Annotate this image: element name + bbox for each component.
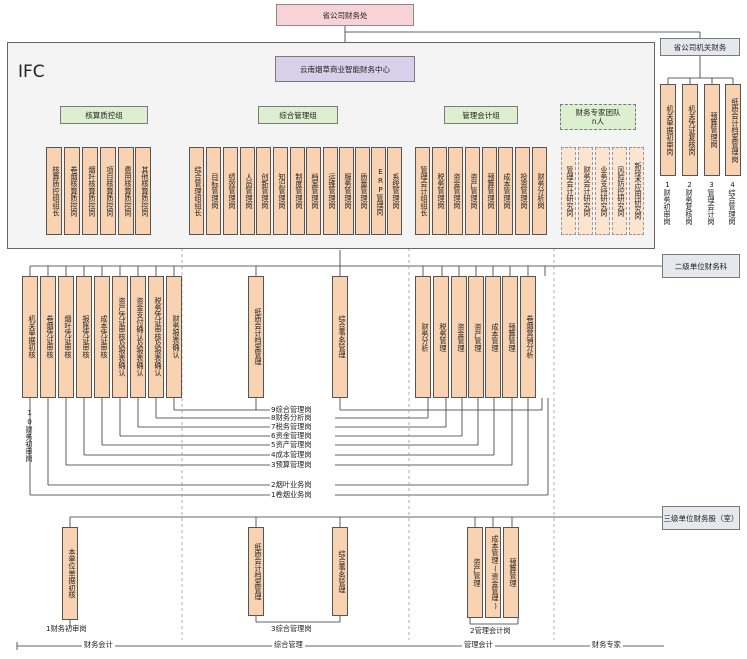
org-num-4: 4综合管理岗 xyxy=(728,180,737,225)
l2-comp-1: 纸质会计档案管理 xyxy=(248,276,264,398)
l2-fin-3: 烟叶凭证审核 xyxy=(58,276,74,398)
level2-title: 二级单位财务科 xyxy=(662,254,740,278)
g2-post-12: ERP管理岗 xyxy=(371,147,386,235)
top-title: 省公司财务处 xyxy=(276,4,414,26)
role-5: 5资产管理岗 xyxy=(271,440,312,449)
l2-mgmt-5: 成本管理 xyxy=(485,276,501,398)
l2-mgmt-6: 预算管理 xyxy=(502,276,518,398)
l2-fin-4: 报账凭证审核 xyxy=(76,276,92,398)
org-num-3: 3管理会计岗 xyxy=(707,180,716,225)
l2-fin-8: 税务凭证审核及报表确认 xyxy=(148,276,164,398)
g3-post-4: 资产管理岗 xyxy=(465,147,480,235)
l3-comp-2: 综合事务管理 xyxy=(332,527,348,616)
l3-mgmt-3: 预算管理 xyxy=(503,527,519,618)
g2-post-8: 档案管理岗 xyxy=(306,147,321,235)
g2-post-5: 创新管理岗 xyxy=(256,147,271,235)
g1-post-2: 卷烟核算质控岗 xyxy=(64,147,80,235)
l3-comp-1: 纸质会计档案管理 xyxy=(248,527,264,616)
l3-mgmt-1: 资产管理 xyxy=(467,527,483,618)
l2-fin-6: 资产凭证审核及报表确认 xyxy=(112,276,128,398)
org-unit-3: 预算管理岗 xyxy=(704,84,720,176)
l3-mgmt-label: 2管理会计岗 xyxy=(470,626,511,635)
g2-post-3: 绩效管理岗 xyxy=(223,147,238,235)
g2-post-6: 知识管理岗 xyxy=(273,147,288,235)
l3-mgmt-2: 成本管理(资金管理) xyxy=(485,527,501,618)
g3-post-2: 税务管理岗 xyxy=(432,147,447,235)
g2-post-11: 质量管理岗 xyxy=(355,147,370,235)
l3-fin-label: 1财务初审岗 xyxy=(46,624,87,633)
g2-post-2: 目标管理岗 xyxy=(206,147,221,235)
group-3: 管理会计组 xyxy=(444,106,518,124)
bottom-label-4: 财务专家 xyxy=(590,640,623,650)
role-1: 1卷烟业务岗 xyxy=(271,490,312,499)
group-4-sub: n人 xyxy=(591,117,605,126)
ifc-label: IFC xyxy=(18,62,45,82)
l2-fin-1: 机关单据初核 xyxy=(22,276,38,398)
g3-post-5: 预算管理岗 xyxy=(482,147,497,235)
g2-post-10: 服务管理岗 xyxy=(339,147,354,235)
level3-title: 三级单位财务股（室） xyxy=(662,506,740,530)
l2-fin-num: 10财务初审岗 xyxy=(25,408,34,462)
g2-post-4: 人员管理岗 xyxy=(240,147,255,235)
l2-fin-2: 卷烟凭证审核 xyxy=(40,276,56,398)
g3-post-1: 管理会计组组长 xyxy=(415,147,430,235)
bottom-label-1: 财务会计 xyxy=(82,640,115,650)
org-num-1: 1财务初审岗 xyxy=(663,180,672,225)
g1-post-1: 核算质控组组长 xyxy=(46,147,62,235)
org-num-2: 2财务复核岗 xyxy=(685,180,694,225)
g2-post-1: 综合管理组组长 xyxy=(189,147,204,235)
bottom-label-2: 综合管理 xyxy=(272,640,305,650)
l3-comp-label: 3综合管理岗 xyxy=(271,624,312,633)
role-2: 2烟叶业务岗 xyxy=(271,480,312,489)
role-3: 3预算管理岗 xyxy=(271,460,312,469)
group-4: 财务专家团队 n人 xyxy=(560,104,636,130)
g3-post-6: 成本管理岗 xyxy=(498,147,513,235)
g4-post-2: 财务会计研究岗 xyxy=(578,147,593,235)
g4-post-4: 风险防控研究岗 xyxy=(612,147,627,235)
org-unit-4: 纸质会计档案管理岗 xyxy=(725,84,741,176)
org-unit-2: 机关凭证复核岗 xyxy=(682,84,698,176)
g2-post-13: 系统管理岗 xyxy=(387,147,402,235)
l3-fin-1: 本单位单据初核 xyxy=(62,527,78,620)
group-1: 核算质控组 xyxy=(60,106,148,124)
l2-mgmt-2: 税务管理 xyxy=(433,276,449,398)
l2-fin-5: 成本凭证审核 xyxy=(94,276,110,398)
g2-post-7: 制度管理岗 xyxy=(290,147,305,235)
l2-comp-2: 综合事务管理 xyxy=(332,276,348,398)
g3-post-7: 投资管理岗 xyxy=(515,147,530,235)
l2-fin-9: 财务报表确认 xyxy=(166,276,182,398)
role-4: 4成本管理岗 xyxy=(271,450,312,459)
bottom-label-3: 管理会计 xyxy=(462,640,495,650)
l2-mgmt-1: 财务分析 xyxy=(415,276,431,398)
g3-post-3: 资金管理岗 xyxy=(448,147,463,235)
g4-post-1: 管理会计研究岗 xyxy=(561,147,576,235)
group-4-name: 财务专家团队 xyxy=(575,108,621,117)
g1-post-5: 费用核算质控岗 xyxy=(118,147,134,235)
l2-mgmt-3: 资金管理 xyxy=(451,276,467,398)
l2-fin-7: 资金支付确认及报表确认 xyxy=(130,276,146,398)
g2-post-9: 运维管理岗 xyxy=(323,147,338,235)
org-title: 省公司机关财务 xyxy=(660,38,740,56)
g4-post-5: 新技术应用研究岗 xyxy=(629,147,644,235)
group-2: 综合管理组 xyxy=(258,106,338,124)
g1-post-4: 项目核算质控岗 xyxy=(100,147,116,235)
ifc-center: 云南烟草商业智能财务中心 xyxy=(275,56,415,82)
org-unit-1: 机关单据初审岗 xyxy=(660,84,676,176)
g3-post-8: 财务分析岗 xyxy=(532,147,547,235)
g4-post-3: 业务支持研究岗 xyxy=(595,147,610,235)
l2-mgmt-4: 资产管理 xyxy=(468,276,484,398)
l2-mgmt-7: 卷烟营销分析 xyxy=(520,276,536,398)
g1-post-6: 其他核算质控岗 xyxy=(135,147,151,235)
g1-post-3: 烟叶核算质控岗 xyxy=(82,147,98,235)
